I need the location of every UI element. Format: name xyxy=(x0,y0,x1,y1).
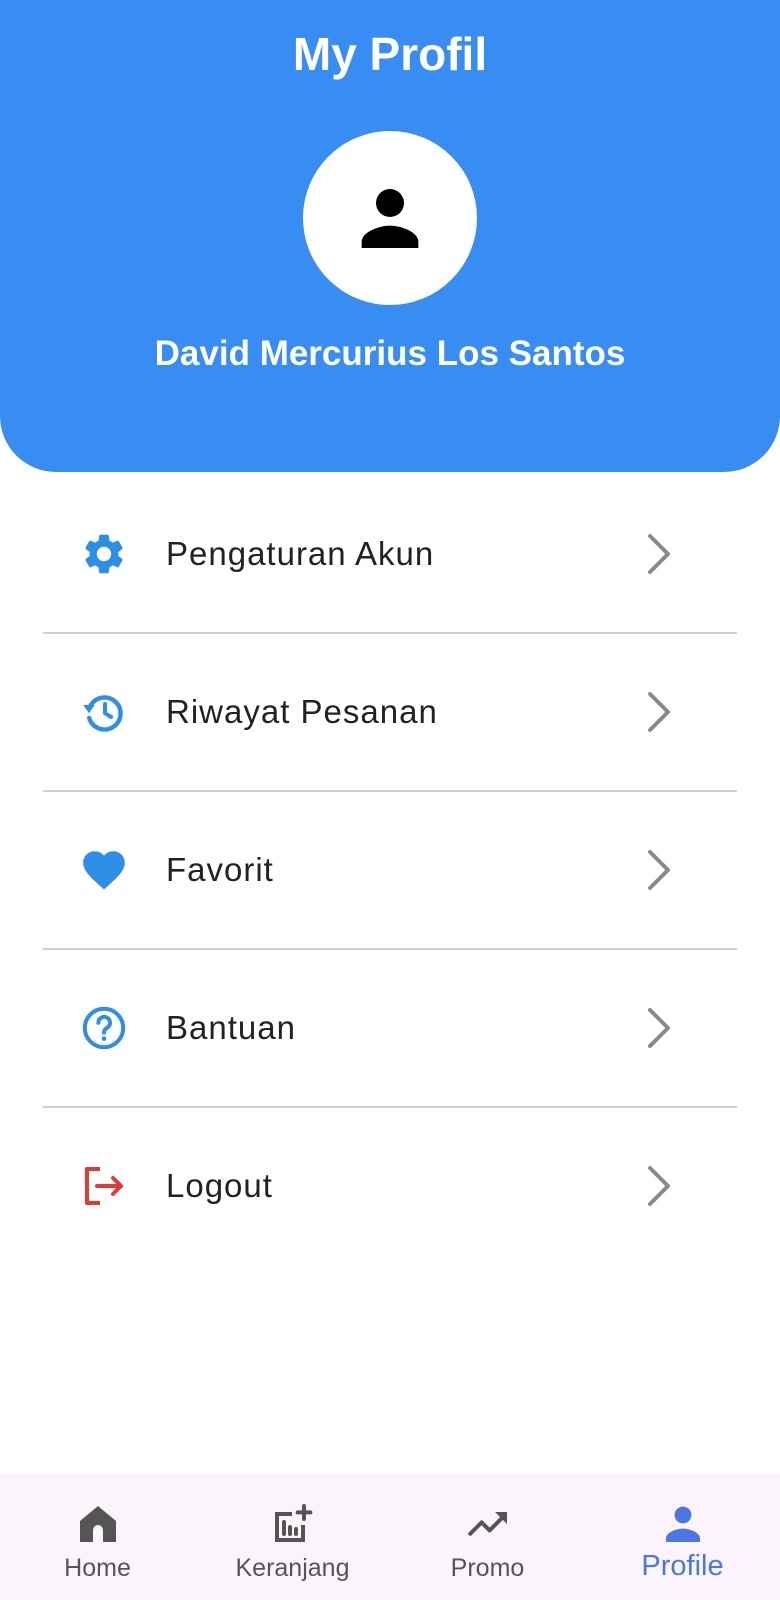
cart-chart-icon xyxy=(274,1504,312,1542)
user-name: David Mercurius Los Santos xyxy=(154,334,626,373)
avatar[interactable] xyxy=(303,131,477,305)
home-icon xyxy=(79,1506,116,1542)
chevron-right-icon xyxy=(648,850,670,890)
chevron-right-icon xyxy=(648,692,670,732)
page-title: My Profil xyxy=(292,28,488,80)
person-icon xyxy=(665,1506,700,1542)
nav-item-keranjang[interactable]: Keranjang xyxy=(195,1474,390,1600)
nav-label: Keranjang xyxy=(235,1554,350,1582)
menu-item-label: Favorit xyxy=(166,851,274,888)
nav-label: Promo xyxy=(450,1554,525,1582)
chevron-right-icon xyxy=(648,534,670,574)
menu-item-account-settings[interactable]: Pengaturan Akun xyxy=(0,476,780,632)
nav-item-home[interactable]: Home xyxy=(0,1474,195,1600)
logout-icon xyxy=(78,1160,130,1212)
menu-item-order-history[interactable]: Riwayat Pesanan xyxy=(0,634,780,790)
profile-menu: Pengaturan Akun Riwayat Pesanan Favorit xyxy=(0,476,780,1264)
chevron-right-icon xyxy=(648,1008,670,1048)
chevron-right-icon xyxy=(648,1166,670,1206)
menu-item-label: Logout xyxy=(166,1167,273,1204)
history-icon xyxy=(78,686,130,738)
profile-header: My Profil David Mercurius Los Santos xyxy=(0,0,780,472)
menu-item-label: Riwayat Pesanan xyxy=(166,693,438,730)
menu-item-logout[interactable]: Logout xyxy=(0,1108,780,1264)
menu-item-favorites[interactable]: Favorit xyxy=(0,792,780,948)
menu-item-help[interactable]: Bantuan xyxy=(0,950,780,1106)
help-circle-icon xyxy=(78,1002,130,1054)
nav-label: Profile xyxy=(641,1550,724,1582)
trending-up-icon xyxy=(467,1512,507,1537)
menu-item-label: Pengaturan Akun xyxy=(166,535,435,572)
nav-label: Home xyxy=(64,1554,131,1582)
nav-item-profile[interactable]: Profile xyxy=(585,1474,780,1600)
bottom-navigation: Home Keranjang Promo Profile xyxy=(0,1474,780,1600)
menu-item-label: Bantuan xyxy=(166,1009,296,1046)
gear-icon xyxy=(78,528,130,580)
heart-icon xyxy=(78,844,130,896)
nav-item-promo[interactable]: Promo xyxy=(390,1474,585,1600)
person-icon xyxy=(361,189,419,248)
